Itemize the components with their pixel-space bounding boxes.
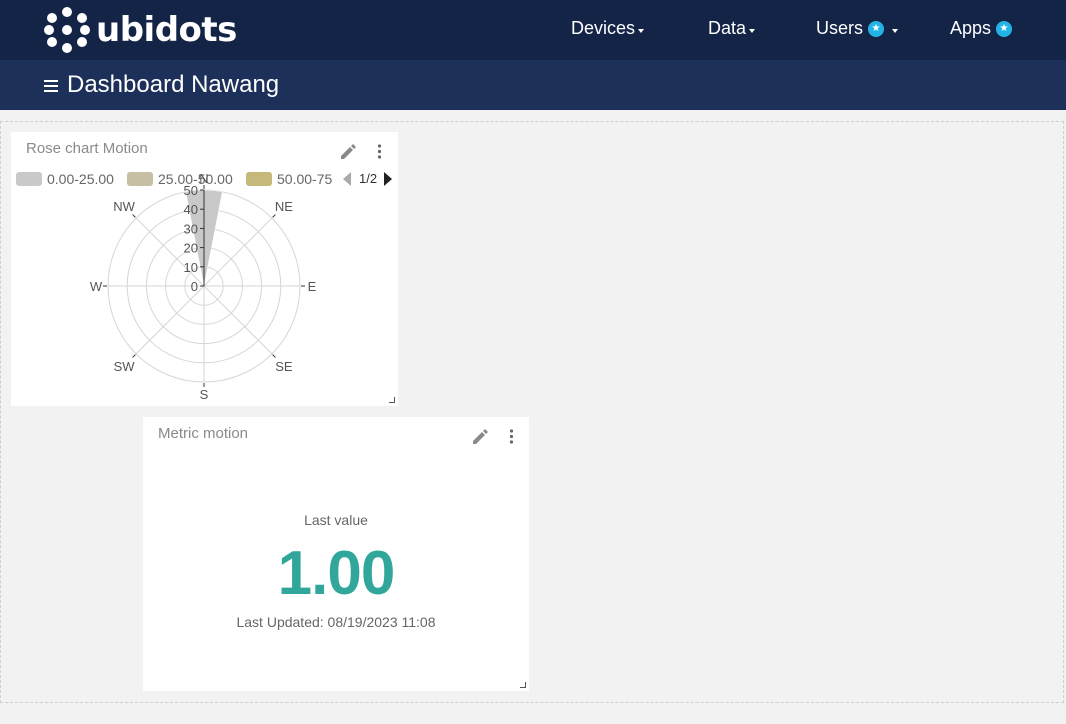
direction-label: W [90, 279, 103, 294]
star-icon: ★ [868, 20, 885, 37]
nav-data-label: Data [708, 18, 747, 38]
pencil-icon[interactable] [471, 428, 489, 451]
radial-tick-label: 20 [184, 241, 198, 256]
nav-data[interactable]: Data [708, 18, 756, 39]
star-icon: ★ [996, 20, 1013, 37]
pager-text: 1/2 [359, 171, 378, 186]
nav-apps-label: Apps [950, 18, 992, 38]
widget-title: Metric motion [158, 425, 249, 442]
direction-label: S [200, 387, 209, 402]
direction-label: NE [275, 199, 293, 214]
menu-icon[interactable] [44, 80, 58, 92]
rose-chart: N NE E SE S SW W NW 0 10 20 30 40 50 [90, 171, 317, 402]
caret-down-icon [638, 28, 645, 33]
dashboard-title: Dashboard Nawang [67, 71, 280, 98]
brand-name: ubidots [96, 10, 237, 50]
direction-label: SW [114, 359, 136, 374]
nav-users-label: Users [816, 18, 864, 38]
grid-spoke [203, 285, 273, 355]
nav-users[interactable]: Users ★ [816, 18, 899, 39]
more-options-icon[interactable] [509, 429, 514, 449]
direction-label: E [308, 279, 317, 294]
direction-label: SE [275, 359, 293, 374]
radial-tick-label: 50 [184, 183, 198, 198]
nav-devices[interactable]: Devices [571, 18, 645, 39]
radial-tick-label: 30 [184, 221, 198, 236]
axis-tick [272, 214, 276, 218]
grid-spoke [135, 285, 205, 355]
widget-title: Rose chart Motion [26, 140, 148, 157]
nav-apps[interactable]: Apps ★ [950, 18, 1013, 39]
logo-dots-icon [44, 7, 90, 53]
ubidots-logo[interactable]: ubidots [44, 7, 237, 53]
resize-handle[interactable] [389, 397, 395, 403]
axis-tick [132, 214, 136, 218]
direction-label: N [199, 171, 208, 186]
next-page-icon[interactable] [383, 171, 393, 186]
axis-tick [132, 354, 136, 358]
legend-swatch [16, 172, 42, 186]
nav-devices-label: Devices [571, 18, 636, 38]
radial-tick-label: 0 [191, 279, 198, 294]
caret-down-icon [892, 28, 899, 33]
more-options-icon[interactable] [377, 144, 382, 164]
metric-value: 1.00 [277, 539, 396, 608]
resize-handle[interactable] [520, 682, 526, 688]
radial-tick-label: 10 [184, 260, 198, 275]
prev-page-icon[interactable] [343, 171, 352, 186]
axis-tick [272, 354, 276, 358]
legend-pager: 1/2 [343, 171, 393, 186]
direction-label: NW [113, 199, 135, 214]
last-updated-text: Last Updated: 08/19/2023 11:08 [236, 614, 436, 630]
radial-tick-label: 40 [184, 202, 198, 217]
metric-label: Last value [304, 512, 368, 528]
caret-down-icon [749, 28, 756, 33]
pencil-icon[interactable] [339, 143, 357, 166]
